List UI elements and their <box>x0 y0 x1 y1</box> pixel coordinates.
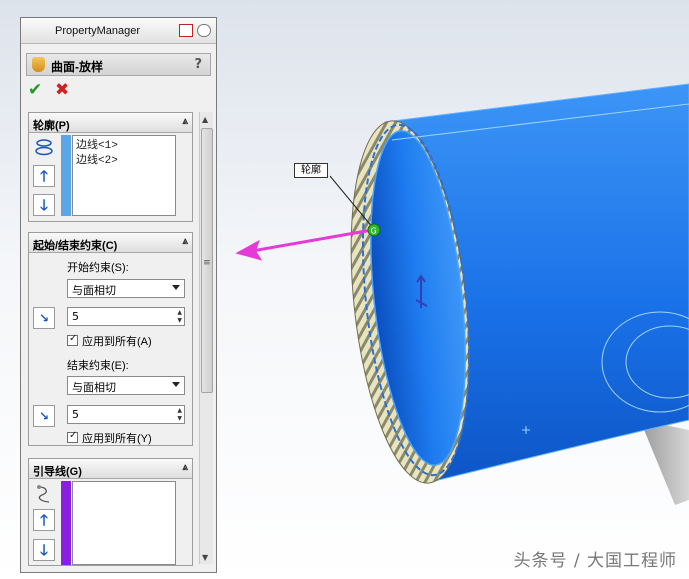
list-item[interactable]: 边线<2> <box>76 154 172 169</box>
magnifier-icon[interactable] <box>197 24 211 37</box>
end-tangent-length-input[interactable]: 5 ▲ ▼ <box>67 405 185 424</box>
watermark: 头条号 / 大国工程师 <box>513 551 677 571</box>
profile-icon <box>35 139 53 156</box>
start-constraint-value: 与面相切 <box>72 284 116 297</box>
end-constraint-value: 与面相切 <box>72 381 116 394</box>
property-manager-panel: PropertyManager 曲面-放样 ? ✔ ✖ ▲ ≡ ▼ 轮廓(P) … <box>20 17 217 573</box>
guide-group-header[interactable]: 引导线(G) ⩓ <box>29 459 192 479</box>
feature-header: 曲面-放样 ? <box>26 53 211 76</box>
guide-group-title: 引导线(G) <box>33 466 82 478</box>
end-constraint-select[interactable]: 与面相切 <box>67 376 185 395</box>
spin-up-icon[interactable]: ▲ <box>177 407 182 414</box>
guide-curve-icon <box>37 485 50 503</box>
collapse-icon[interactable]: ⩓ <box>182 236 188 247</box>
help-button[interactable]: ? <box>194 57 202 72</box>
panel-scrollbar[interactable]: ▲ ≡ ▼ <box>199 112 213 564</box>
move-down-button[interactable]: 🡓 <box>33 539 55 561</box>
chevron-down-icon <box>172 382 180 387</box>
profile-callout[interactable]: 轮廓 <box>294 163 328 178</box>
checkbox-box[interactable] <box>67 430 78 443</box>
scroll-down-arrow-icon[interactable]: ▼ <box>202 553 208 562</box>
guide-curves-group: 引导线(G) ⩓ 🡑 🡓 <box>28 458 193 566</box>
guide-selection-bar <box>61 481 71 565</box>
profile-selection-bar <box>61 135 71 216</box>
end-constraint-label: 结束约束(E): <box>67 360 129 372</box>
constraint-group: 起始/结束约束(C) ⩓ 开始约束(S): 与面相切 ↘ 5 ▲ ▼ 应用到所有… <box>28 232 193 446</box>
scroll-up-arrow-icon[interactable]: ▲ <box>202 115 208 124</box>
guide-curve-list[interactable] <box>72 481 176 565</box>
constraint-group-header[interactable]: 起始/结束约束(C) ⩓ <box>29 233 192 253</box>
feature-name: 曲面-放样 <box>51 60 103 74</box>
list-item[interactable]: 边线<1> <box>76 139 172 154</box>
profile-group: 轮廓(P) ⩓ 🡑 🡓 边线<1> 边线<2> <box>28 112 193 222</box>
spin-down-icon[interactable]: ▼ <box>177 317 182 324</box>
loft-surface-icon <box>32 57 45 72</box>
collapse-icon[interactable]: ⩓ <box>182 116 188 127</box>
pin-icon[interactable] <box>179 24 193 37</box>
move-up-button[interactable]: 🡑 <box>33 509 55 531</box>
start-constraint-select[interactable]: 与面相切 <box>67 279 185 298</box>
move-up-button[interactable]: 🡑 <box>33 165 55 187</box>
start-apply-all-checkbox[interactable]: 应用到所有(A) <box>67 333 152 349</box>
chevron-down-icon <box>172 285 180 290</box>
ok-button[interactable]: ✔ <box>28 80 42 100</box>
spin-up-icon[interactable]: ▲ <box>177 309 182 316</box>
panel-title: PropertyManager <box>55 25 140 37</box>
spin-down-icon[interactable]: ▼ <box>177 415 182 422</box>
end-apply-all-label: 应用到所有(Y) <box>82 433 152 445</box>
collapse-icon[interactable]: ⩓ <box>182 462 188 473</box>
grey-support <box>640 420 689 505</box>
connector-handle-glyph: G <box>371 227 377 236</box>
reverse-direction-button[interactable]: ↘ <box>33 307 55 329</box>
constraint-group-title: 起始/结束约束(C) <box>33 240 118 252</box>
start-constraint-label: 开始约束(S): <box>67 262 129 274</box>
start-tangent-length-input[interactable]: 5 ▲ ▼ <box>67 307 185 326</box>
start-tangent-length-value: 5 <box>72 310 79 323</box>
scroll-grip-icon: ≡ <box>203 258 211 268</box>
end-tangent-length-value: 5 <box>72 408 79 421</box>
profile-group-header[interactable]: 轮廓(P) ⩓ <box>29 113 192 133</box>
panel-titlebar: PropertyManager <box>21 18 216 44</box>
start-apply-all-label: 应用到所有(A) <box>82 336 152 348</box>
profile-list[interactable]: 边线<1> 边线<2> <box>72 135 176 216</box>
cancel-button[interactable]: ✖ <box>55 80 69 100</box>
move-down-button[interactable]: 🡓 <box>33 194 55 216</box>
checkbox-box[interactable] <box>67 333 78 346</box>
end-apply-all-checkbox[interactable]: 应用到所有(Y) <box>67 430 152 446</box>
reverse-direction-button[interactable]: ↘ <box>33 405 55 427</box>
profile-group-title: 轮廓(P) <box>33 120 70 132</box>
